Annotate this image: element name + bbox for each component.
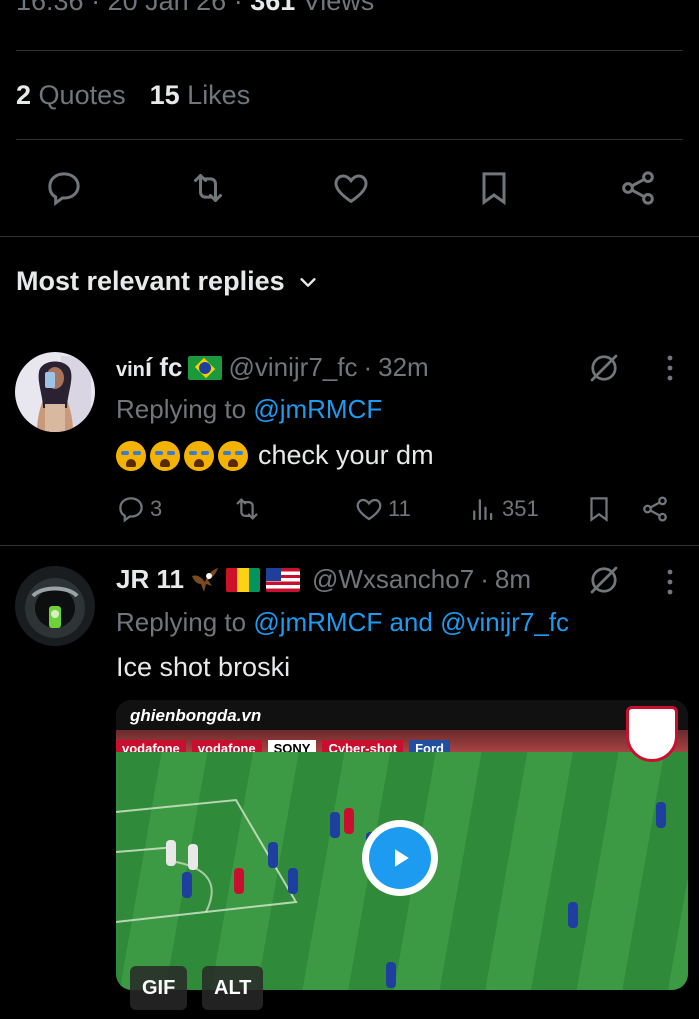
handle[interactable]: @Wxsancho7 [312, 564, 474, 595]
crying-emoji-icon [218, 440, 248, 471]
views-count: 351 [502, 496, 539, 521]
reply-button[interactable] [42, 166, 86, 210]
repost-button[interactable] [186, 166, 230, 210]
mention-link[interactable]: @jmRMCF [253, 394, 382, 424]
views-button[interactable]: 351 [468, 494, 539, 524]
brazil-flag-icon [188, 355, 223, 380]
play-button[interactable] [362, 820, 438, 896]
alt-badge[interactable]: ALT [202, 966, 264, 1010]
crying-emoji-icon [184, 440, 214, 471]
usa-flag-icon [265, 567, 300, 592]
views-count: 361 [250, 0, 296, 16]
bookmark-button[interactable] [584, 494, 614, 524]
post-stats: 2 Quotes 15 Likes [16, 80, 250, 111]
divider [0, 545, 699, 546]
views-label: Views [295, 0, 375, 16]
handle[interactable]: @vinijr7_fc [228, 352, 357, 383]
guinea-flag-icon [225, 567, 260, 592]
bookmark-button[interactable] [472, 166, 516, 210]
like-button[interactable] [329, 166, 373, 210]
divider [16, 139, 683, 140]
post-time: 16:36 [16, 0, 84, 16]
display-name[interactable]: JR 11 [116, 564, 184, 595]
grok-button[interactable] [586, 350, 622, 391]
repost-icon [236, 498, 258, 520]
more-vertical-icon [667, 355, 673, 381]
avatar[interactable] [15, 566, 95, 646]
repost-button[interactable] [232, 494, 262, 524]
club-crest-logo [626, 706, 678, 762]
quotes-link[interactable]: 2 Quotes [16, 80, 126, 110]
share-icon [643, 496, 667, 522]
crying-emoji-icon [150, 440, 180, 471]
share-button[interactable] [640, 494, 670, 524]
reply-actions: 3 11 351 [116, 494, 676, 526]
likes-link[interactable]: 15 Likes [150, 80, 251, 110]
reply-author: viní fc @vinijr7_fc · 32m [116, 352, 429, 383]
more-vertical-icon [667, 569, 673, 595]
reply-icon [48, 172, 80, 206]
like-icon [334, 174, 368, 204]
reply-count: 3 [150, 496, 163, 521]
views-icon [473, 499, 493, 521]
mention-link[interactable]: @vinijr7_fc [440, 607, 569, 637]
divider [16, 50, 683, 51]
reply-time[interactable]: 32m [378, 352, 429, 383]
mention-link[interactable]: @jmRMCF [253, 607, 382, 637]
media-watermark: ghienbongda.vn [130, 706, 262, 725]
eagle-icon [191, 567, 218, 592]
share-button[interactable] [616, 166, 660, 210]
sort-label: Most relevant replies [16, 266, 285, 296]
display-name[interactable]: viní fc [116, 352, 182, 383]
reply-icon [119, 497, 143, 523]
reply-text: check your dm [116, 440, 434, 471]
crying-emoji-icon [116, 440, 146, 471]
reply-time[interactable]: 8m [495, 564, 531, 595]
reply-author: JR 11 @Wxsancho7 · 8m [116, 564, 531, 595]
repost-icon [194, 174, 222, 202]
replying-to: Replying to @jmRMCF and @vinijr7_fc [116, 607, 570, 637]
share-icon [622, 171, 654, 205]
bookmark-icon [590, 497, 608, 522]
grok-icon [590, 354, 618, 382]
play-icon [395, 849, 409, 867]
bookmark-icon [482, 172, 506, 206]
grok-icon [590, 566, 618, 594]
replying-to: Replying to @jmRMCF [116, 394, 383, 424]
like-icon [356, 498, 382, 521]
divider [0, 236, 699, 237]
gif-media[interactable]: ghienbongda.vn vodafone vodafone SONY Cy… [116, 700, 688, 990]
chevron-down-icon [300, 277, 316, 287]
more-options-button[interactable] [660, 352, 680, 389]
grok-button[interactable] [586, 562, 622, 603]
post-timestamp-line: 16:36 · 20 Jan 26 · 361 Views [16, 0, 374, 17]
more-options-button[interactable] [660, 566, 680, 603]
reply-text: Ice shot broski [116, 652, 291, 682]
post-date: 20 Jan 26 [107, 0, 227, 16]
like-button[interactable]: 11 [354, 494, 411, 524]
avatar[interactable] [15, 352, 95, 432]
reply-button[interactable]: 3 [116, 494, 162, 524]
like-count: 11 [388, 496, 411, 521]
replies-sort-dropdown[interactable]: Most relevant replies [16, 266, 319, 297]
gif-badge[interactable]: GIF [130, 966, 188, 1010]
